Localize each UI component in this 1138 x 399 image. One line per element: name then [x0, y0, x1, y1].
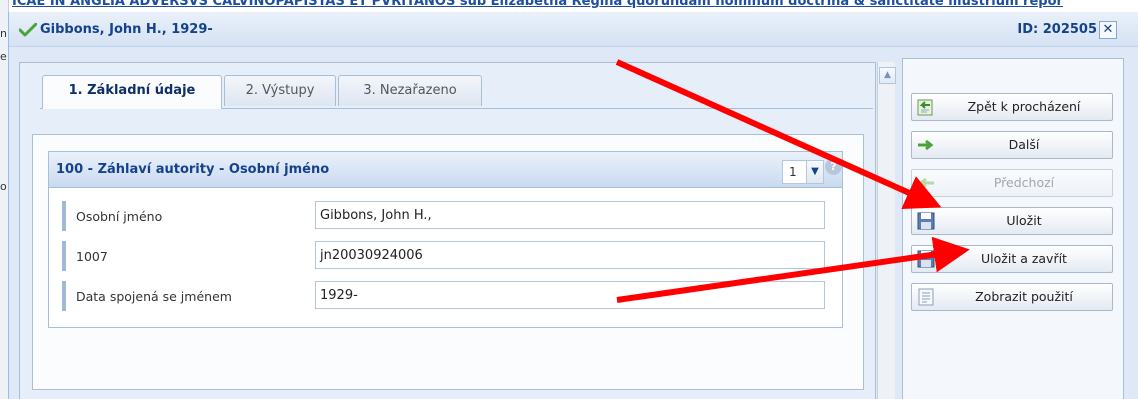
- arrow-left-icon: [918, 177, 934, 189]
- previous-button[interactable]: Předchozí: [911, 169, 1113, 197]
- field-label: Osobní jméno: [76, 209, 163, 224]
- field-label: Data spojená se jménem: [76, 289, 232, 304]
- button-label: Uložit: [1006, 213, 1042, 228]
- record-id-label: ID: 202505: [1017, 22, 1097, 37]
- scroll-up-icon[interactable]: ▲: [879, 67, 896, 84]
- tab-basic-data[interactable]: 1. Základní údaje: [42, 75, 222, 109]
- personal-name-input[interactable]: Gibbons, John H.,: [315, 201, 825, 229]
- chevron-down-icon[interactable]: ▼: [806, 161, 823, 183]
- field-group-title: 100 - Záhlaví autority - Osobní jméno: [56, 162, 330, 177]
- actions-panel: Zpět k procházení Další Předchozí Uložit: [902, 58, 1124, 399]
- dialog-title: Gibbons, John H., 1929-: [40, 22, 213, 37]
- tab-unclassified[interactable]: 3. Nezařazeno: [338, 75, 482, 106]
- background-mark: n: [0, 27, 7, 40]
- record-edit-panel: 1. Základní údaje 2. Výstupy 3. Nezařaze…: [19, 62, 876, 399]
- field-row-1007: 1007 jn20030924006: [62, 241, 832, 271]
- button-label: Zpět k procházení: [967, 99, 1081, 114]
- repeat-count-select[interactable]: 1 ▼: [782, 160, 824, 184]
- arrow-right-icon: [918, 139, 934, 151]
- background-page-header: ICAE IN ANGLIA ADVERSVS CALVINOPAPISTAS …: [0, 0, 1138, 12]
- field-marker: [62, 281, 66, 311]
- show-usage-button[interactable]: Zobrazit použití: [911, 283, 1113, 311]
- field-marker: [62, 241, 66, 271]
- button-label: Zobrazit použití: [975, 289, 1073, 304]
- field-label: 1007: [76, 249, 108, 264]
- field-marker: [62, 201, 66, 231]
- field-row-personal-name: Osobní jméno Gibbons, John H.,: [62, 201, 832, 231]
- identifier-input[interactable]: jn20030924006: [315, 241, 825, 269]
- tab-outputs[interactable]: 2. Výstupy: [224, 75, 336, 106]
- tab-content: 100 - Záhlaví autority - Osobní jméno 1 …: [32, 134, 864, 390]
- save-button[interactable]: Uložit: [911, 207, 1113, 235]
- button-label: Další: [1008, 137, 1040, 152]
- field-group-header: 100 - Záhlaví autority - Osobní jméno 1 …: [49, 152, 842, 188]
- back-icon: [917, 99, 933, 116]
- save-and-close-button[interactable]: Uložit a zavřít: [911, 245, 1113, 273]
- field-group-100: 100 - Záhlaví autority - Osobní jméno 1 …: [48, 151, 843, 328]
- close-button[interactable]: ✕: [1099, 21, 1117, 39]
- document-icon: [918, 288, 934, 306]
- background-mark: o: [0, 180, 7, 193]
- field-row-dates: Data spojená se jménem 1929-: [62, 281, 832, 311]
- button-label: Uložit a zavřít: [981, 251, 1067, 266]
- button-label: Předchozí: [993, 175, 1055, 190]
- next-button[interactable]: Další: [911, 131, 1113, 159]
- check-icon: [19, 23, 37, 37]
- repeat-count-value: 1: [789, 165, 797, 179]
- floppy-close-icon: [917, 250, 935, 268]
- floppy-icon: [917, 212, 935, 230]
- background-mark: e: [0, 50, 7, 63]
- back-to-browse-button[interactable]: Zpět k procházení: [911, 93, 1113, 121]
- vertical-scrollbar[interactable]: ▲: [877, 62, 896, 399]
- background-record-title: ICAE IN ANGLIA ADVERSVS CALVINOPAPISTAS …: [12, 0, 1063, 9]
- dialog-titlebar: Gibbons, John H., 1929- ID: 202505 ✕: [9, 12, 1138, 47]
- help-icon[interactable]: ?: [825, 158, 842, 175]
- authority-record-dialog: Gibbons, John H., 1929- ID: 202505 ✕ 1. …: [8, 12, 1138, 399]
- dates-input[interactable]: 1929-: [315, 281, 825, 309]
